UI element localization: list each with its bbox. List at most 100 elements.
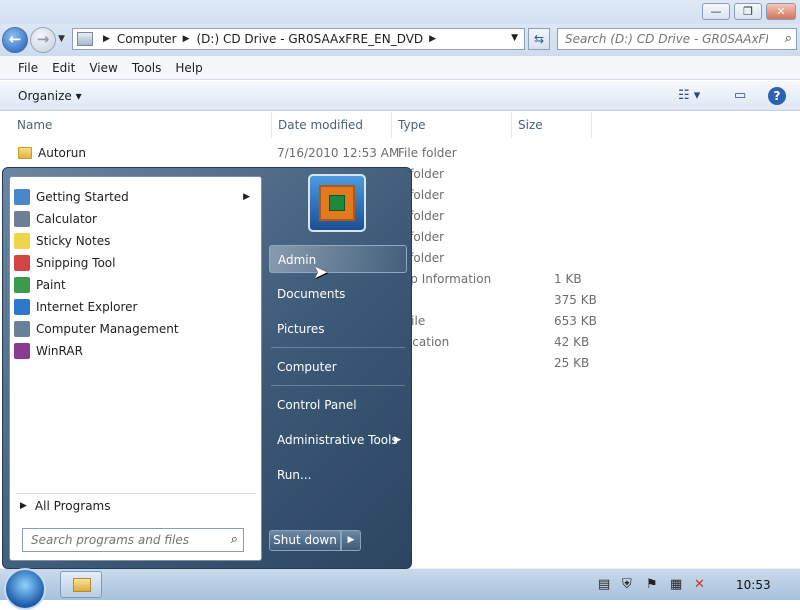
menu-edit[interactable]: Edit	[52, 61, 75, 75]
back-button[interactable]: ←	[2, 27, 28, 53]
program-item[interactable]: Paint	[14, 274, 258, 296]
program-item[interactable]: Sticky Notes	[14, 230, 258, 252]
divider	[271, 347, 405, 348]
file-size: 25 KB	[554, 356, 590, 370]
program-label: Snipping Tool	[36, 256, 116, 270]
program-item[interactable]: WinRAR	[14, 340, 258, 362]
calculator-icon	[14, 211, 30, 227]
address-row: ← → ▼ ▶ Computer ▶ (D:) CD Drive - GR0SA…	[0, 24, 800, 56]
breadcrumb-computer[interactable]: Computer	[117, 32, 177, 46]
search-icon[interactable]: ⌕	[231, 532, 238, 547]
divider	[271, 385, 405, 386]
internet-explorer-icon	[14, 299, 30, 315]
taskbar: ▤ ⛨ ⚑ ▦ ✕ 10:53	[0, 568, 800, 600]
shut-down-options-button[interactable]: ▶	[341, 530, 361, 551]
preview-pane-icon[interactable]: ▭	[734, 88, 746, 103]
file-size: 653 KB	[554, 314, 597, 328]
program-label: Calculator	[36, 212, 97, 226]
column-name[interactable]: Name	[11, 112, 272, 138]
getting-started-icon	[14, 189, 30, 205]
search-input[interactable]	[558, 29, 768, 49]
maximize-button[interactable]: ❐	[734, 3, 762, 20]
file-name: Autorun	[38, 146, 87, 160]
start-link-computer[interactable]: Computer	[269, 353, 407, 381]
file-row[interactable]: Autorun 7/16/2010 12:53 AM File folder	[0, 143, 800, 164]
program-label: Sticky Notes	[36, 234, 111, 248]
address-bar[interactable]: ▶ Computer ▶ (D:) CD Drive - GR0SAAxFRE_…	[72, 28, 525, 50]
program-item[interactable]: Getting Started ▶	[14, 186, 258, 208]
winrar-icon	[14, 343, 30, 359]
administrative-tools-label: Administrative Tools	[277, 433, 398, 447]
breadcrumb-drive[interactable]: (D:) CD Drive - GR0SAAxFRE_EN_DVD	[197, 32, 424, 46]
program-item[interactable]: Computer Management	[14, 318, 258, 340]
drive-icon	[77, 32, 93, 46]
menu-file[interactable]: File	[18, 61, 38, 75]
sticky-notes-icon	[14, 233, 30, 249]
program-search-box[interactable]: ⌕	[22, 528, 244, 552]
chevron-right-icon[interactable]: ▶	[429, 34, 436, 44]
divider	[16, 493, 256, 494]
user-picture-image	[319, 185, 355, 221]
search-icon[interactable]: ⌕	[785, 31, 792, 46]
all-programs[interactable]: ▶ All Programs	[20, 499, 111, 513]
refresh-button[interactable]: ⇆	[528, 28, 550, 50]
menu-tools[interactable]: Tools	[132, 61, 162, 75]
start-menu: Getting Started ▶ Calculator Sticky Notes Sn…	[2, 167, 412, 569]
start-link-control-panel[interactable]: Control Panel	[269, 391, 407, 419]
program-item[interactable]: Calculator	[14, 208, 258, 230]
title-bar: — ❐ ✕	[0, 0, 800, 24]
column-type[interactable]: Type	[392, 112, 512, 138]
menu-view[interactable]: View	[89, 61, 117, 75]
program-label: Internet Explorer	[36, 300, 138, 314]
file-size: 375 KB	[554, 293, 597, 307]
computer-management-icon	[14, 321, 30, 337]
address-dropdown-icon[interactable]: ▼	[511, 33, 518, 43]
network-icon[interactable]: ▦	[670, 577, 682, 592]
programs-pane: Getting Started ▶ Calculator Sticky Notes Sn…	[9, 176, 262, 561]
file-size: 42 KB	[554, 335, 590, 349]
program-item[interactable]: Internet Explorer	[14, 296, 258, 318]
column-date-modified[interactable]: Date modified	[272, 112, 392, 138]
arrow-right-icon: ▶	[394, 435, 401, 445]
start-link-pictures[interactable]: Pictures	[269, 315, 407, 343]
volume-muted-icon[interactable]: ✕	[694, 577, 705, 592]
menu-help[interactable]: Help	[175, 61, 202, 75]
program-item[interactable]: Snipping Tool	[14, 252, 258, 274]
program-label: Computer Management	[36, 322, 179, 336]
command-bar: Organize ▾ ☷ ▾ ▭ ?	[0, 81, 800, 111]
action-center-icon[interactable]: ▤	[598, 577, 610, 592]
arrow-right-icon: ▶	[20, 501, 27, 511]
taskbar-explorer-button[interactable]	[60, 571, 102, 598]
start-link-documents[interactable]: Documents	[269, 280, 407, 308]
chevron-right-icon[interactable]: ▶	[103, 34, 110, 44]
user-picture[interactable]	[308, 174, 366, 232]
paint-icon	[14, 277, 30, 293]
recent-pages-dropdown[interactable]: ▼	[58, 34, 65, 44]
start-link-admin[interactable]: Admin	[269, 245, 407, 273]
close-button[interactable]: ✕	[766, 3, 796, 20]
shield-icon[interactable]: ⛨	[622, 577, 632, 592]
folder-icon	[18, 147, 32, 159]
start-button[interactable]	[4, 568, 46, 610]
minimize-button[interactable]: —	[702, 3, 730, 20]
menu-bar: File Edit View Tools Help	[0, 56, 800, 80]
program-label: Paint	[36, 278, 66, 292]
arrow-right-icon: ▶	[243, 192, 250, 202]
program-search-input[interactable]	[23, 529, 218, 551]
shut-down-button[interactable]: Shut down	[269, 530, 341, 551]
start-link-run[interactable]: Run...	[269, 461, 407, 489]
file-date: 7/16/2010 12:53 AM	[277, 146, 400, 160]
flag-icon[interactable]: ⚑	[646, 577, 658, 592]
organize-button[interactable]: Organize ▾	[18, 89, 82, 103]
forward-button[interactable]: →	[30, 27, 56, 53]
help-icon[interactable]: ?	[768, 87, 786, 105]
clock[interactable]: 10:53	[736, 578, 771, 592]
chevron-right-icon[interactable]: ▶	[183, 34, 190, 44]
column-size[interactable]: Size	[512, 112, 592, 138]
column-headers: Name Date modified Type Size	[0, 112, 800, 138]
start-link-administrative-tools[interactable]: Administrative Tools ▶	[269, 426, 407, 454]
program-label: Getting Started	[36, 190, 129, 204]
search-box[interactable]: ⌕	[557, 28, 797, 50]
file-size: 1 KB	[554, 272, 582, 286]
views-icon[interactable]: ☷ ▾	[678, 88, 700, 103]
